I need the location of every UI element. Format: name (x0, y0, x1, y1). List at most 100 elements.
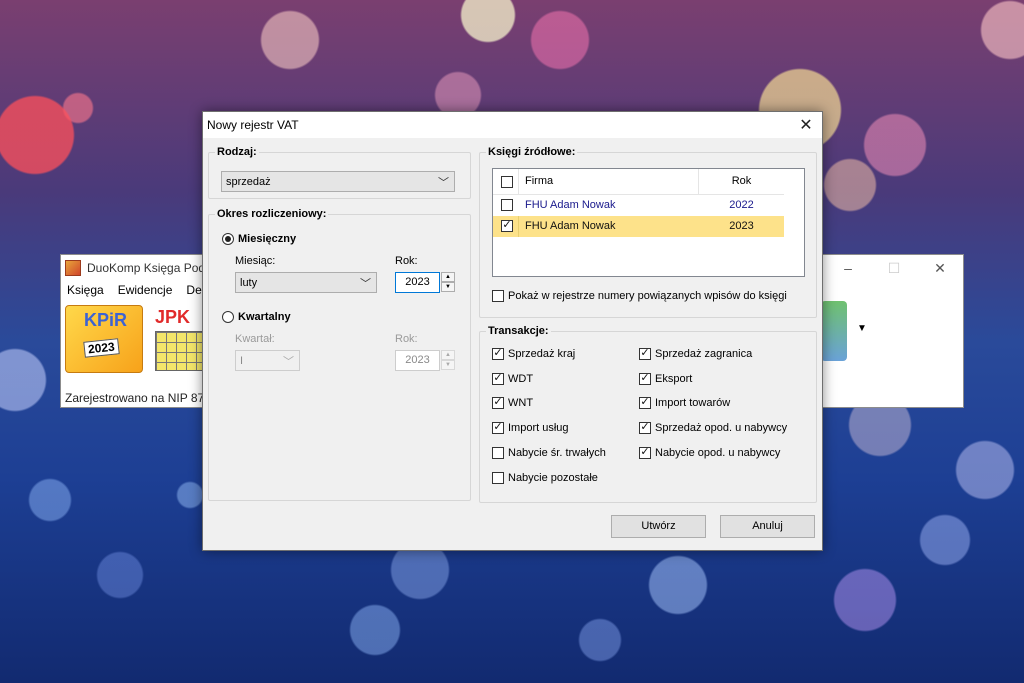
radio-kwartalny[interactable]: Kwartalny (222, 311, 291, 323)
okres-label: Okres rozliczeniowy: (215, 208, 329, 220)
status-bar-text: Zarejestrowano na NIP 879 (65, 391, 211, 405)
option-label: Sprzedaż zagranica (655, 348, 753, 360)
radio-dot (222, 233, 234, 245)
background-window-title: DuoKomp Księga Poda (87, 261, 212, 275)
option-sprzedaz-kraj[interactable]: Sprzedaż kraj (492, 348, 575, 360)
close-icon[interactable]: ✕ (917, 255, 963, 281)
checkbox[interactable] (492, 348, 504, 360)
minimize-icon[interactable]: – (825, 255, 871, 281)
rodzaj-group: Rodzaj: sprzedaż ﹀ (208, 146, 471, 199)
checkbox[interactable] (492, 397, 504, 409)
list-item[interactable]: FHU Adam Nowak 2022 (493, 195, 784, 216)
option-import-uslug[interactable]: Import usług (492, 422, 569, 434)
row-rok: 2023 (729, 220, 754, 232)
option-nabycie-sr-trwalych[interactable]: Nabycie śr. trwałych (492, 447, 606, 459)
radio-dot (222, 311, 234, 323)
show-numbers-label: Pokaż w rejestrze numery powiązanych wpi… (508, 290, 787, 302)
maximize-icon[interactable]: ☐ (871, 255, 917, 281)
chevron-down-icon: ﹀ (283, 356, 294, 368)
option-sprzedaz-opod-u-nabywcy[interactable]: Sprzedaż opod. u nabywcy (639, 422, 787, 434)
column-rok[interactable]: Rok (699, 169, 784, 194)
show-numbers-checkbox[interactable] (492, 290, 504, 302)
option-sprzedaz-zagranica[interactable]: Sprzedaż zagranica (639, 348, 752, 360)
create-button[interactable]: Utwórz (611, 515, 706, 538)
dropdown-arrow-icon[interactable]: ▼ (857, 323, 867, 334)
option-label: WDT (508, 373, 534, 385)
menu-ksiega[interactable]: Księga (67, 283, 104, 297)
ksiegi-list[interactable]: Firma Rok FHU Adam Nowak 2022 FHU Adam N… (492, 168, 805, 277)
checkbox[interactable] (639, 348, 651, 360)
option-import-towarow[interactable]: Import towarów (639, 397, 730, 409)
miesiac-select[interactable]: luty ﹀ (235, 272, 377, 293)
transakcje-label: Transakcje: (486, 325, 551, 337)
calculator-icon[interactable] (821, 301, 847, 361)
checkbox[interactable] (492, 373, 504, 385)
option-label: Nabycie pozostałe (508, 472, 598, 484)
dialog-titlebar: Nowy rejestr VAT ✕ (203, 112, 822, 138)
chevron-down-icon: ﹀ (360, 278, 371, 290)
option-label: Nabycie opod. u nabywcy (655, 447, 781, 459)
row-firma: FHU Adam Nowak (525, 220, 616, 232)
dialog-title: Nowy rejestr VAT (207, 118, 299, 132)
checkbox[interactable] (492, 422, 504, 434)
spin-up-icon[interactable]: ▲ (441, 272, 455, 282)
row-checkbox[interactable] (501, 199, 513, 211)
miesiac-label: Miesiąc: (235, 255, 276, 267)
row-rok: 2022 (729, 199, 754, 211)
kwartal-label: Kwartał: (235, 333, 275, 345)
list-header: Firma Rok (493, 169, 784, 195)
rok2-label: Rok: (395, 333, 418, 345)
rodzaj-select[interactable]: sprzedaż ﹀ (221, 171, 455, 192)
spin-down-icon: ▼ (441, 360, 455, 370)
kpir-logo-year: 2023 (83, 338, 120, 358)
kwartal-value: I (240, 354, 244, 367)
option-nabycie-opod-u-nabywcy[interactable]: Nabycie opod. u nabywcy (639, 447, 780, 459)
rok-spinner[interactable]: 2023 ▲ ▼ (395, 272, 455, 293)
chevron-down-icon: ﹀ (438, 177, 449, 189)
radio-kwartalny-label: Kwartalny (238, 311, 291, 323)
option-label: Sprzedaż opod. u nabywcy (655, 422, 788, 434)
option-label: WNT (508, 397, 534, 409)
checkbox[interactable] (492, 447, 504, 459)
spin-down-icon[interactable]: ▼ (441, 282, 455, 292)
radio-miesieczny[interactable]: Miesięczny (222, 233, 296, 245)
kpir-toolbar-button[interactable]: KPiR 2023 (65, 305, 143, 373)
rok2-spinner: 2023 ▲ ▼ (395, 350, 455, 371)
option-label: Eksport (655, 373, 693, 385)
select-all-checkbox[interactable] (501, 176, 513, 188)
checkbox[interactable] (492, 472, 504, 484)
rok-input[interactable]: 2023 (395, 272, 440, 293)
new-vat-register-dialog: Nowy rejestr VAT ✕ Rodzaj: sprzedaż ﹀ Ok… (202, 111, 823, 551)
checkbox[interactable] (639, 373, 651, 385)
row-checkbox[interactable] (501, 220, 513, 232)
checkbox[interactable] (639, 447, 651, 459)
option-eksport[interactable]: Eksport (639, 373, 692, 385)
okres-group: Okres rozliczeniowy: Miesięczny Miesiąc:… (208, 208, 471, 501)
app-icon (65, 260, 81, 276)
option-nabycie-pozostale[interactable]: Nabycie pozostałe (492, 472, 598, 484)
list-item[interactable]: FHU Adam Nowak 2023 (493, 216, 784, 237)
spin-up-icon: ▲ (441, 350, 455, 360)
option-label: Import usług (508, 422, 569, 434)
row-firma: FHU Adam Nowak (525, 199, 616, 211)
kpir-logo-text: KPiR (84, 310, 128, 330)
option-wnt[interactable]: WNT (492, 397, 533, 409)
rok-label: Rok: (395, 255, 418, 267)
radio-miesieczny-label: Miesięczny (238, 233, 297, 245)
cancel-button[interactable]: Anuluj (720, 515, 815, 538)
show-numbers-option[interactable]: Pokaż w rejestrze numery powiązanych wpi… (492, 290, 787, 302)
kwartal-select: I ﹀ (235, 350, 300, 371)
rodzaj-value: sprzedaż (226, 175, 271, 188)
option-label: Sprzedaż kraj (508, 348, 576, 360)
menu-ewidencje[interactable]: Ewidencje (118, 283, 173, 297)
column-firma[interactable]: Firma (525, 169, 553, 194)
miesiac-value: luty (240, 276, 258, 289)
option-label: Nabycie śr. trwałych (508, 447, 606, 459)
rodzaj-label: Rodzaj: (215, 146, 259, 158)
checkbox[interactable] (639, 422, 651, 434)
rok2-input: 2023 (395, 350, 440, 371)
jpk-logo-text: JPK (155, 307, 191, 327)
option-wdt[interactable]: WDT (492, 373, 533, 385)
close-icon[interactable]: ✕ (790, 112, 822, 138)
checkbox[interactable] (639, 397, 651, 409)
